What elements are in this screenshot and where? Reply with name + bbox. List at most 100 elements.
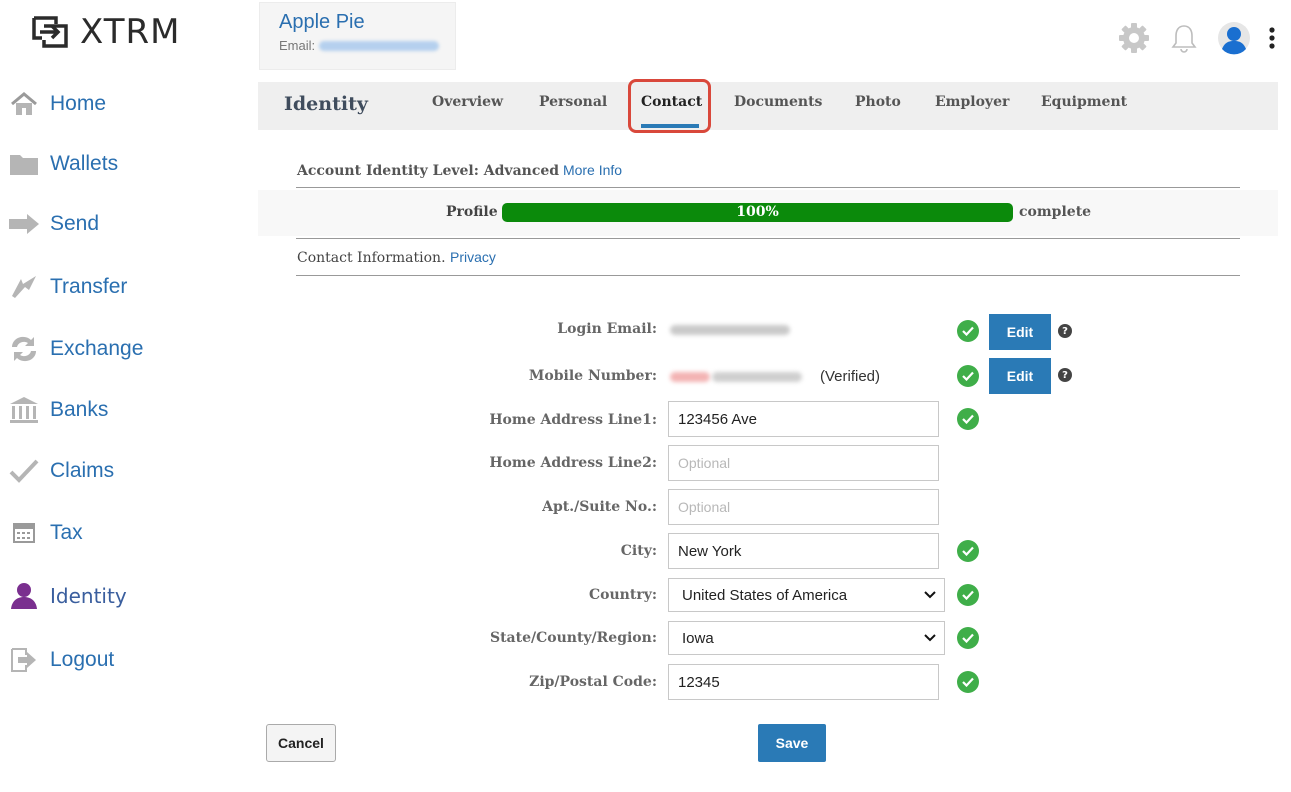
divider [296, 238, 1240, 239]
chevron-down-icon [924, 634, 936, 642]
sidebar-item-exchange[interactable]: Exchange [8, 329, 143, 369]
user-icon [8, 580, 40, 612]
edit-login-email-button[interactable]: Edit [989, 314, 1051, 350]
progress-percent: 100% [736, 204, 779, 220]
redacted-mobile-prefix [670, 372, 710, 382]
arrow-right-icon [8, 208, 40, 240]
sidebar-item-label: Exchange [50, 337, 144, 360]
help-icon[interactable]: ? [1058, 324, 1072, 338]
logout-icon [8, 644, 40, 676]
country-selected-value: United States of America [682, 586, 848, 604]
tabs-bar: Identity Overview Personal Contact Docum… [258, 82, 1278, 130]
verified-check-icon [957, 627, 979, 649]
cancel-button[interactable]: Cancel [266, 724, 336, 762]
zip-input[interactable] [668, 664, 939, 700]
folder-icon [8, 148, 40, 180]
user-email-row: Email: [279, 38, 455, 53]
gear-icon[interactable] [1117, 20, 1151, 56]
edit-mobile-number-button[interactable]: Edit [989, 358, 1051, 394]
redacted-login-email [670, 325, 790, 335]
verified-check-icon [957, 408, 979, 430]
state-select[interactable]: Iowa [668, 621, 945, 655]
apt-suite-label: Apt./Suite No.: [542, 499, 657, 515]
header-icons [1117, 20, 1277, 56]
account-level-label: Account Identity Level: Advanced [297, 163, 560, 179]
tab-personal[interactable]: Personal [539, 94, 607, 110]
divider [296, 275, 1240, 276]
exchange-icon [8, 333, 40, 365]
bell-icon[interactable] [1167, 20, 1201, 56]
email-label: Email: [279, 38, 316, 53]
chevron-down-icon [924, 591, 936, 599]
sidebar-item-label: Identity [50, 584, 127, 608]
address-line2-label: Home Address Line2: [489, 455, 657, 471]
logo-text: XTRM [80, 12, 181, 52]
contact-info-row: Contact Information. Privacy [297, 249, 496, 266]
contact-info-text: Contact Information. [297, 250, 446, 266]
bank-icon [8, 394, 40, 426]
tab-highlight-box [628, 79, 711, 133]
state-label: State/County/Region: [489, 630, 657, 646]
redacted-email [319, 40, 440, 51]
sidebar-item-label: Home [50, 92, 107, 115]
sidebar-item-transfer[interactable]: Transfer [8, 267, 127, 307]
apt-suite-input[interactable] [668, 489, 939, 525]
sidebar-item-identity[interactable]: Identity [8, 576, 127, 616]
privacy-link[interactable]: Privacy [450, 249, 496, 265]
login-email-label: Login Email: [557, 321, 657, 337]
save-button[interactable]: Save [758, 724, 826, 762]
home-icon [8, 88, 40, 120]
progress-label: Profile [446, 204, 498, 220]
sidebar-item-wallets[interactable]: Wallets [8, 144, 118, 184]
country-select[interactable]: United States of America [668, 578, 945, 612]
address-line1-input[interactable] [668, 401, 939, 437]
tab-documents[interactable]: Documents [734, 94, 822, 110]
tab-equipment[interactable]: Equipment [1041, 94, 1127, 110]
more-info-link[interactable]: More Info [563, 162, 622, 178]
redacted-mobile-number [712, 372, 802, 382]
tab-overview[interactable]: Overview [432, 94, 503, 110]
sidebar-item-label: Logout [50, 648, 115, 671]
address-line1-label: Home Address Line1: [489, 412, 657, 428]
sidebar-item-label: Tax [50, 521, 83, 544]
city-label: City: [620, 543, 657, 559]
xtrm-logo[interactable]: XTRM [30, 10, 180, 54]
sidebar-item-home[interactable]: Home [8, 84, 106, 124]
sidebar-item-banks[interactable]: Banks [8, 390, 108, 430]
logo-mark-icon [32, 16, 68, 48]
sidebar-item-label: Transfer [50, 275, 128, 298]
progress-suffix: complete [1019, 204, 1092, 220]
tab-employer[interactable]: Employer [935, 94, 1009, 110]
verified-check-icon [957, 365, 979, 387]
user-name[interactable]: Apple Pie [279, 11, 455, 34]
sidebar-item-label: Send [50, 212, 100, 235]
sidebar-item-tax[interactable]: Tax [8, 513, 83, 553]
avatar-icon[interactable] [1217, 20, 1251, 56]
sidebar-item-label: Claims [50, 459, 115, 482]
verified-status: (Verified) [820, 368, 881, 385]
city-input[interactable] [668, 533, 939, 569]
tabs-title: Identity [284, 93, 368, 115]
verified-check-icon [957, 584, 979, 606]
verified-check-icon [957, 540, 979, 562]
verified-check-icon [957, 320, 979, 342]
mobile-number-label: Mobile Number: [528, 368, 657, 384]
account-level-row: Account Identity Level: Advanced More In… [297, 162, 622, 179]
sidebar-item-label: Wallets [50, 152, 119, 175]
help-icon[interactable]: ? [1058, 368, 1072, 382]
zip-label: Zip/Postal Code: [529, 674, 657, 690]
sidebar-item-logout[interactable]: Logout [8, 640, 114, 680]
sidebar-item-send[interactable]: Send [8, 204, 99, 244]
country-label: Country: [589, 587, 657, 603]
address-line2-input[interactable] [668, 445, 939, 481]
calculator-icon [8, 517, 40, 549]
state-selected-value: Iowa [682, 629, 714, 647]
user-card: Apple Pie Email: [259, 2, 456, 70]
sidebar-item-label: Banks [50, 398, 109, 421]
checkmark-icon [8, 455, 40, 487]
transfer-icon [8, 271, 40, 303]
verified-check-icon [957, 671, 979, 693]
sidebar-item-claims[interactable]: Claims [8, 451, 114, 491]
tab-photo[interactable]: Photo [855, 94, 901, 110]
more-vertical-icon[interactable] [1267, 20, 1277, 56]
